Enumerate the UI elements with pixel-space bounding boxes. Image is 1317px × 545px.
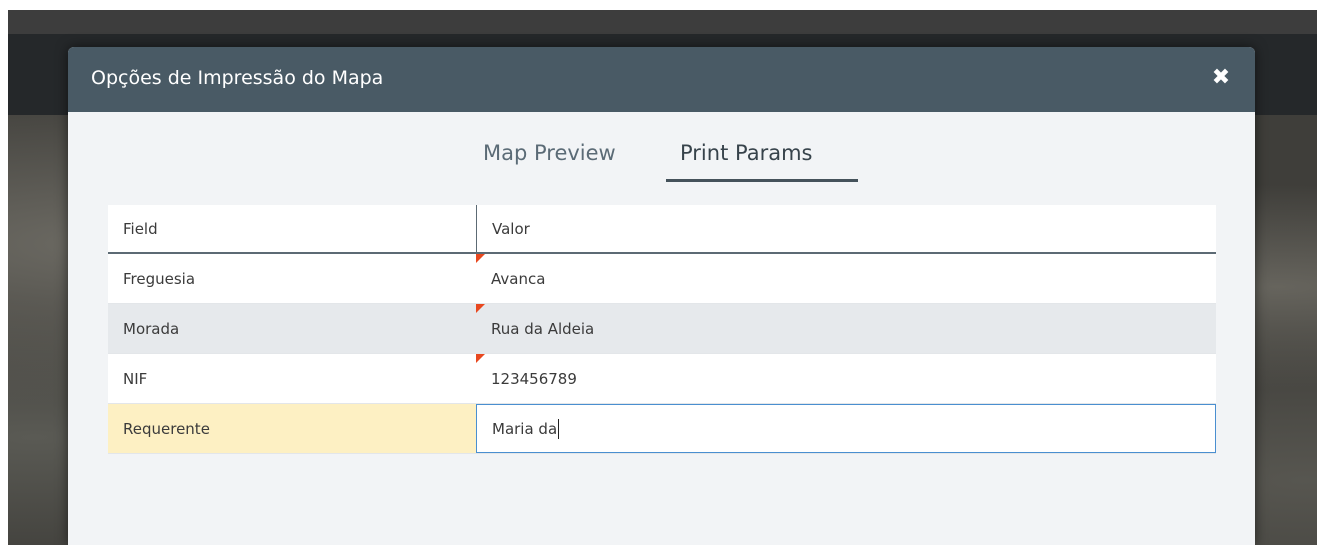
value-text: Rua da Aldeia [491, 319, 595, 338]
value-cell-editor[interactable]: Maria da [476, 404, 1216, 453]
tab-print-params[interactable]: Print Params [680, 141, 812, 165]
field-cell[interactable]: Requerente [108, 404, 476, 453]
dialog-header: Opções de Impressão do Mapa ✖ [68, 47, 1255, 112]
dirty-marker-icon [476, 354, 485, 363]
field-cell[interactable]: Morada [108, 304, 476, 353]
print-options-dialog: Opções de Impressão do Mapa ✖ Map Previe… [68, 47, 1255, 545]
tab-map-preview[interactable]: Map Preview [483, 141, 616, 165]
value-cell[interactable]: 123456789 [476, 354, 1216, 403]
column-header-field[interactable]: Field [108, 205, 476, 252]
close-icon[interactable]: ✖ [1211, 65, 1231, 91]
table-row[interactable]: Morada Rua da Aldeia [108, 304, 1216, 354]
dirty-marker-icon [476, 254, 485, 263]
field-cell[interactable]: NIF [108, 354, 476, 403]
field-cell[interactable]: Freguesia [108, 254, 476, 303]
dialog-title: Opções de Impressão do Mapa [91, 67, 384, 89]
dirty-marker-icon [476, 304, 485, 313]
value-cell[interactable]: Avanca [476, 254, 1216, 303]
table-row[interactable]: Freguesia Avanca [108, 254, 1216, 304]
text-caret [558, 418, 560, 439]
value-text: Avanca [491, 269, 546, 288]
value-text: 123456789 [491, 369, 577, 388]
value-cell[interactable]: Rua da Aldeia [476, 304, 1216, 353]
column-header-valor[interactable]: Valor [476, 205, 1216, 252]
active-tab-indicator [666, 179, 858, 182]
table-row[interactable]: NIF 123456789 [108, 354, 1216, 404]
value-text-input[interactable]: Maria da [492, 420, 557, 438]
table-row-editing[interactable]: Requerente Maria da [108, 404, 1216, 454]
grid-header-row: Field Valor [108, 205, 1216, 254]
app-header-bar [8, 10, 1317, 34]
print-params-grid: Field Valor Freguesia Avanca Morada Rua … [108, 205, 1216, 454]
